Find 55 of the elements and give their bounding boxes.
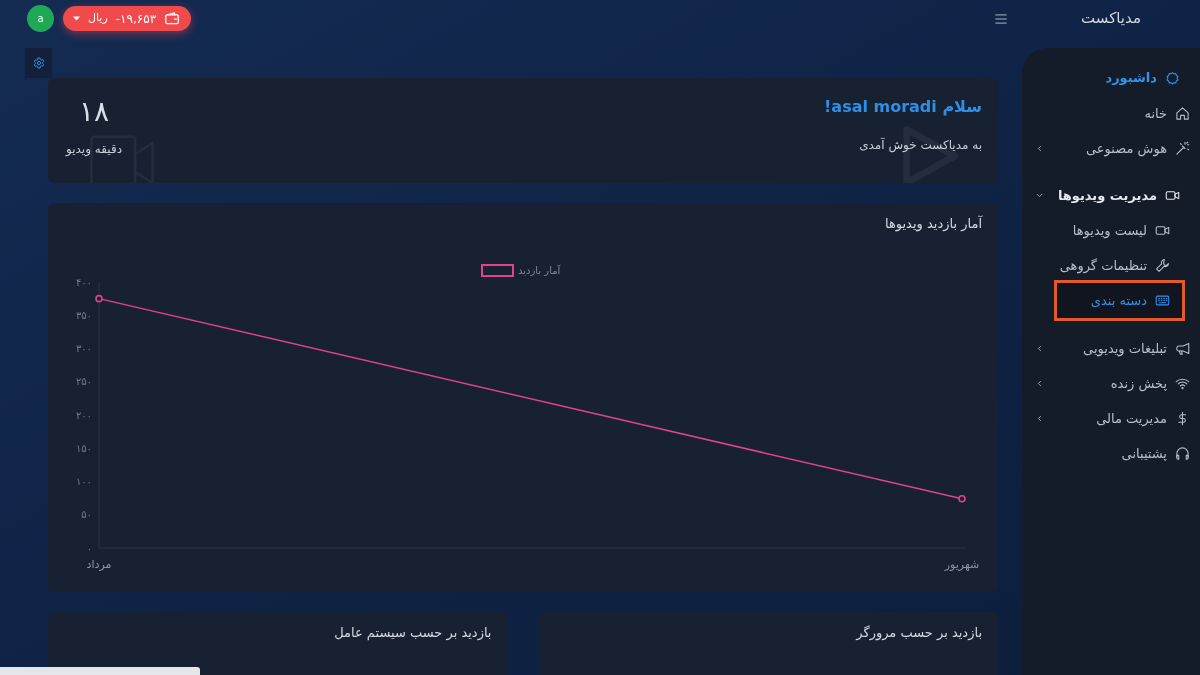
sidebar-item[interactable]: خانه [1022, 96, 1200, 131]
brand-title: مدیاکست [1081, 8, 1141, 30]
sidebar-item[interactable]: پشتیبانی [1022, 436, 1200, 471]
sidebar-heading[interactable]: داشبورد [1022, 60, 1200, 96]
sidebar-group[interactable]: مدیریت مالی [1022, 401, 1200, 436]
video-camera-icon [1165, 188, 1180, 203]
wrench-icon [1155, 258, 1170, 273]
axis-category-label: مرداد [86, 558, 112, 571]
wallet-icon [164, 11, 181, 26]
sidebar-item[interactable]: لیست ویدیوها [1057, 213, 1182, 248]
axis-tick-label: ۰ [86, 542, 92, 554]
caret-down-icon [73, 16, 80, 21]
card-title: بازدید بر حسب مرورگر [856, 624, 982, 643]
menu-icon[interactable] [993, 11, 1009, 26]
headphones-icon [1175, 446, 1190, 461]
sidebar-group[interactable]: پخش زنده [1022, 366, 1200, 401]
legend-swatch-icon [481, 264, 514, 277]
settings-button[interactable] [25, 48, 52, 78]
sidebar-group[interactable]: تبلیغات ویدیویی [1022, 331, 1200, 366]
sidebar-group[interactable]: مدیریت ویدیوها [1022, 178, 1200, 213]
chevron-left-icon[interactable] [1035, 379, 1044, 388]
welcome-subtitle: به مدیاکست خوش آمدی [859, 136, 982, 154]
video-camera-icon [1155, 223, 1170, 238]
chevron-left-icon[interactable] [1035, 144, 1044, 153]
chevron-left-icon[interactable] [1035, 414, 1044, 423]
axis-tick-label: ۳۵۰ [75, 309, 92, 321]
magic-wand-icon [1175, 141, 1190, 156]
axis-tick-label: ۱۰۰ [75, 476, 92, 487]
card-title: بازدید بر حسب سیستم عامل [334, 624, 492, 643]
legend-label: آمار بازدید [518, 265, 561, 276]
axis-tick-label: ۴۰۰ [75, 276, 92, 288]
axis-tick-label: ۳۰۰ [75, 343, 92, 354]
chevron-left-icon[interactable] [1035, 344, 1044, 353]
stat-label: دقیقه ویدیو [66, 141, 122, 158]
sidebar-item[interactable]: تنظیمات گروهی [1057, 248, 1182, 283]
axis-tick-label: ۱۵۰ [75, 442, 92, 454]
sidebar-group[interactable]: هوش مصنوعی [1022, 131, 1200, 166]
axis-tick-label: ۲۰۰ [75, 409, 92, 421]
sidebar-item[interactable]: دسته بندی [1057, 283, 1182, 318]
axis-tick-label: ۵۰ [81, 509, 92, 521]
axis-tick-label: ۲۵۰ [75, 376, 92, 388]
megaphone-icon [1175, 341, 1190, 356]
data-point [95, 294, 103, 303]
wallet-balance-button[interactable]: -۱۹,۶۵۳ ریال [63, 6, 192, 31]
settings-icon [32, 57, 45, 69]
stat-value: ۱۸ [78, 98, 110, 126]
greeting-title: سلام asal moradi! [824, 96, 982, 118]
data-point [958, 495, 966, 503]
keyboard-icon [1155, 293, 1170, 308]
wifi-icon [1175, 376, 1190, 391]
chart-title: آمار بازدید ویدیوها [884, 214, 982, 234]
cog-icon [1165, 70, 1180, 86]
axis-category-label: شهریور [944, 558, 980, 571]
home-icon [1175, 106, 1190, 121]
chevron-down-icon[interactable] [1035, 191, 1044, 200]
